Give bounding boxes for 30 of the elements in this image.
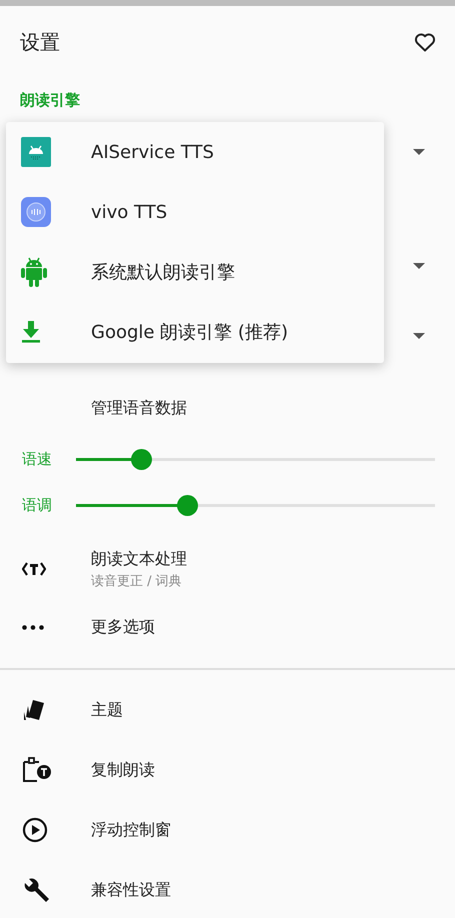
engine-menu-item[interactable]: AIService TTS (6, 122, 384, 182)
engine-menu-item[interactable]: vivo TTS (6, 182, 384, 242)
dropdown-caret-icon[interactable] (413, 263, 425, 269)
option-title[interactable]: 更多选项 (91, 616, 155, 638)
clipboard-icon (22, 757, 52, 783)
settings-item[interactable]: 复制朗读 (91, 760, 155, 780)
option-title[interactable]: 朗读文本处理 (91, 548, 187, 570)
slider-thumb[interactable] (130, 448, 152, 470)
wrench-icon (22, 876, 50, 904)
more-icon (22, 624, 44, 630)
option-subtitle: 读音更正 / 词典 (91, 572, 183, 590)
text-tag-icon (22, 562, 46, 576)
page-title: 设置 (20, 28, 60, 56)
dropdown-caret-icon[interactable] (413, 333, 425, 339)
slider-thumb[interactable] (177, 494, 198, 516)
settings-item[interactable]: 主题 (91, 700, 123, 720)
settings-item[interactable]: 兼容性设置 (91, 880, 171, 900)
android-app-icon (21, 137, 51, 167)
slider-label: 语速 (22, 450, 53, 468)
dropdown-caret-icon[interactable] (413, 149, 425, 155)
manage-voice-data-link[interactable]: 管理语音数据 (91, 398, 187, 418)
android-robot-icon (21, 257, 47, 287)
sound-wave-app-icon (21, 197, 51, 227)
engine-menu-item[interactable]: 系统默认朗读引擎 (6, 242, 384, 302)
play-circle-icon (22, 817, 48, 843)
section-title: 朗读引擎 (20, 90, 80, 110)
settings-item[interactable]: 浮动控制窗 (91, 820, 171, 840)
download-icon (21, 321, 41, 343)
slider-label: 语调 (22, 496, 53, 514)
engine-menu-item[interactable]: Google 朗读引擎 (推荐) (6, 302, 384, 362)
